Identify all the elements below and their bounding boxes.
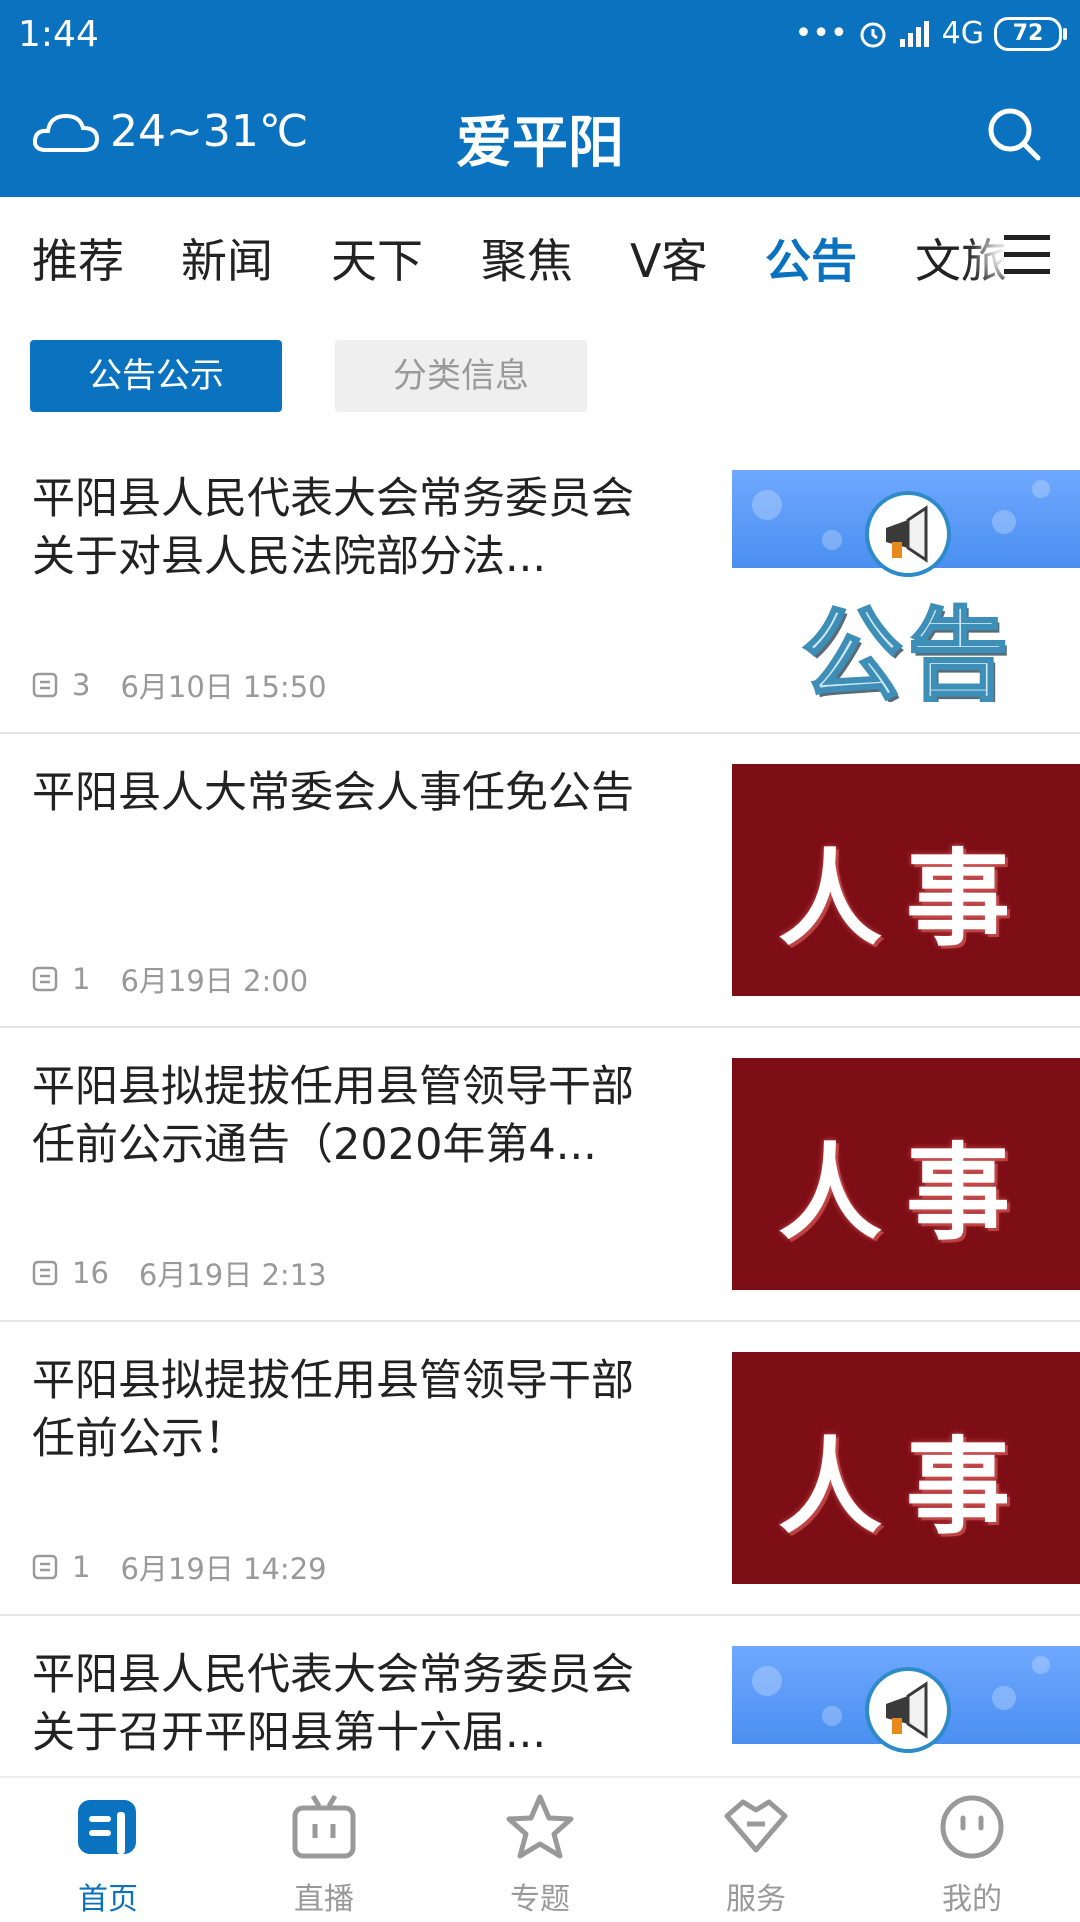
status-bar: 1:44 ••• 4G 72 [0,0,1080,74]
category-tabs: 推荐 新闻 天下 聚焦 V客 公告 文旅 [0,197,1080,309]
thumbnail-text: 公告 [801,1750,1014,1779]
article-title: 平阳县人民代表大会常务委员会关于召开平阳县第十六届... [32,1650,634,1758]
status-time: 1:44 [18,14,99,55]
subtab-announcements[interactable]: 公告公示 [30,340,282,412]
tab-recommend[interactable]: 推荐 [32,225,124,291]
nav-home-label: 首页 [78,1882,138,1917]
article-thumbnail: 公告 [732,1646,1080,1778]
thumbnail-text: 人事 [777,1132,1034,1254]
article-date: 6月10日 15:50 [120,670,327,704]
article-meta: 16 6月19日 2:13 [32,1252,327,1294]
nav-topics-label: 专题 [510,1882,570,1917]
article-title: 平阳县拟提拔任用县管领导干部任前公示通告（2020年第4... [32,1062,634,1170]
comment-icon [32,966,58,992]
thumbnail-text: 人事 [777,838,1034,960]
comment-count: 1 [72,1550,91,1584]
alarm-icon [860,22,886,47]
tv-icon [292,1794,356,1859]
home-icon [78,1800,136,1854]
article-meta: 1 6月19日 2:00 [32,958,308,1000]
article-title: 平阳县人民代表大会常务委员会关于对县人民法院部分法... [32,474,634,582]
tab-culture-tourism[interactable]: 文旅 [915,225,1007,291]
tab-vlog[interactable]: V客 [630,225,707,291]
nav-live[interactable]: 直播 [216,1792,432,1918]
nav-topics[interactable]: 专题 [432,1792,648,1918]
channel-menu-icon[interactable] [1004,235,1050,275]
sub-tabs: 公告公示 分类信息 [0,340,1080,416]
article-date: 6月19日 2:13 [138,1258,327,1292]
article-thumbnail: 公告 [732,470,1080,702]
tab-announcement[interactable]: 公告 [765,225,857,291]
nav-services-label: 服务 [726,1882,786,1917]
status-icons: ••• 4G 72 [794,16,1067,51]
app-title: 爱平阳 [456,111,624,176]
article-title: 平阳县人大常委会人事任免公告 [32,768,634,818]
smiley-icon [940,1795,1004,1859]
comment-count: 1 [72,962,91,996]
service-icon [724,1799,788,1853]
list-item[interactable]: 平阳县人民代表大会常务委员会关于对县人民法院部分法... 3 6月10日 15:… [0,440,1080,734]
nav-services[interactable]: 服务 [648,1792,864,1918]
star-icon [506,1794,574,1859]
nav-profile[interactable]: 我的 [864,1792,1080,1918]
article-meta: 3 6月10日 15:50 [32,664,327,706]
thumbnail-text: 人事 [777,1426,1034,1548]
article-thumbnail: 人事 [732,764,1080,996]
article-thumbnail: 人事 [732,1352,1080,1584]
network-type: 4G [941,16,984,51]
app-header: 1:44 ••• 4G 72 24~31℃ 爱平阳 [0,0,1080,197]
list-item[interactable]: 平阳县人民代表大会常务委员会关于召开平阳县第十六届... 公告 [0,1616,1080,1778]
thumbnail-text: 公告 [801,596,1014,703]
nav-live-label: 直播 [294,1882,354,1917]
megaphone-icon [865,1667,951,1753]
article-list: 平阳县人民代表大会常务委员会关于对县人民法院部分法... 3 6月10日 15:… [0,440,1080,1778]
battery-icon: 72 [994,16,1067,51]
signal-icon [899,20,929,47]
list-item[interactable]: 平阳县拟提拔任用县管领导干部任前公示通告（2020年第4... 16 6月19日… [0,1028,1080,1322]
bottom-nav: 首页 直播 专题 服务 我的 [0,1776,1080,1922]
nav-home[interactable]: 首页 [0,1792,216,1918]
comment-count: 3 [72,668,91,702]
list-item[interactable]: 平阳县人大常委会人事任免公告 1 6月19日 2:00 人事 [0,734,1080,1028]
tab-focus[interactable]: 聚焦 [481,225,573,291]
comment-icon [32,672,58,698]
article-date: 6月19日 2:00 [120,964,309,998]
tab-world[interactable]: 天下 [331,225,423,291]
article-thumbnail: 人事 [732,1058,1080,1290]
list-item[interactable]: 平阳县拟提拔任用县管领导干部任前公示！ 1 6月19日 14:29 人事 [0,1322,1080,1616]
tab-news[interactable]: 新闻 [181,225,273,291]
megaphone-icon [865,491,951,577]
search-icon[interactable] [986,106,1042,162]
subtab-classified-info[interactable]: 分类信息 [335,340,587,412]
more-dots-icon: ••• [794,16,848,51]
article-title: 平阳县拟提拔任用县管领导干部任前公示！ [32,1356,634,1464]
nav-profile-label: 我的 [942,1882,1002,1917]
comment-icon [32,1554,58,1580]
comment-count: 16 [72,1256,109,1290]
article-meta: 1 6月19日 14:29 [32,1546,327,1588]
article-date: 6月19日 14:29 [120,1552,327,1586]
comment-icon [32,1260,58,1286]
